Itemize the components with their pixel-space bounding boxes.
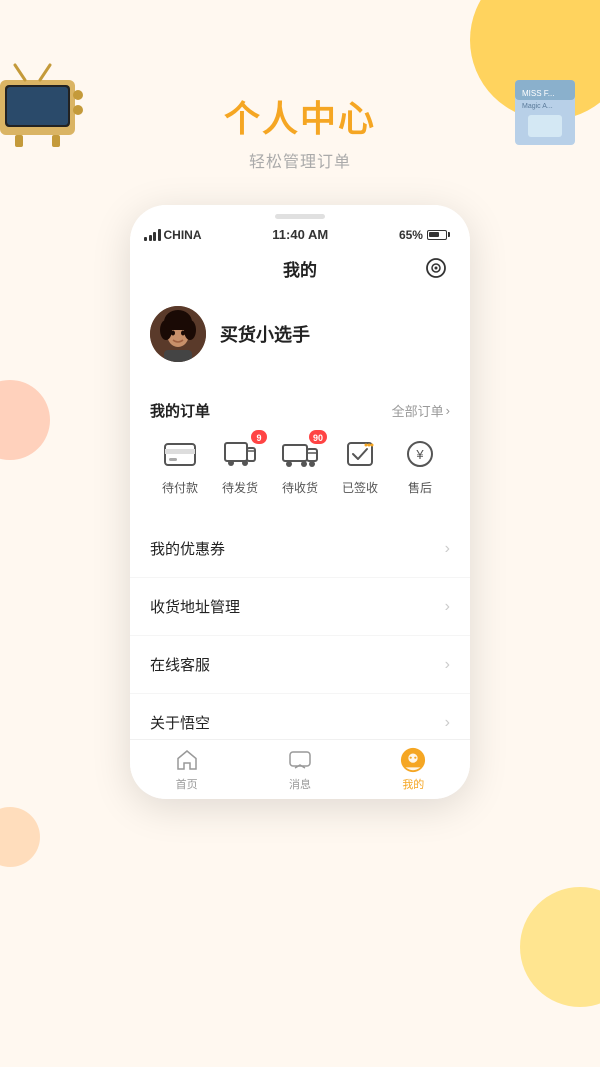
status-right: 65%	[399, 228, 450, 242]
nav-bar: 我的	[130, 246, 470, 290]
battery-percent: 65%	[399, 228, 423, 242]
payment-icon	[162, 436, 198, 472]
menu-item-address[interactable]: 收货地址管理 ›	[130, 578, 470, 636]
order-label-payment: 待付款	[162, 479, 198, 496]
order-label-ship: 待发货	[222, 479, 258, 496]
bottom-tab-bar: 首页 消息	[130, 739, 470, 799]
order-section-title: 我的订单	[150, 400, 210, 421]
deco-circle-peach	[0, 807, 40, 867]
order-header: 我的订单 全部订单 ›	[150, 400, 450, 421]
all-orders-link[interactable]: 全部订单 ›	[392, 401, 450, 420]
status-bar: CHINA 11:40 AM 65%	[130, 223, 470, 246]
order-label-signed: 已签收	[342, 479, 378, 496]
order-icon-delivery-wrap: 90	[281, 435, 319, 473]
tab-message-label: 消息	[289, 776, 311, 792]
menu-item-service[interactable]: 在线客服 ›	[130, 636, 470, 694]
username: 买货小选手	[220, 321, 310, 347]
menu-arrow-service: ›	[445, 656, 450, 674]
nav-title: 我的	[178, 256, 422, 281]
order-icon-aftersale-wrap: ¥	[401, 435, 439, 473]
page-subtitle: 轻松管理订单	[0, 148, 600, 172]
signal-icon	[144, 229, 161, 241]
aftersale-icon: ¥	[402, 436, 438, 472]
profile-area: 买货小选手	[130, 290, 470, 378]
phone-speaker	[275, 214, 325, 219]
page-title-area: 个人中心 轻松管理订单	[0, 0, 600, 172]
avatar	[150, 306, 206, 362]
signed-icon	[342, 436, 378, 472]
order-icon-payment-wrap	[161, 435, 199, 473]
order-icon-ship-wrap: 9	[221, 435, 259, 473]
menu-label-address: 收货地址管理	[150, 596, 240, 617]
menu-label-about: 关于悟空	[150, 712, 210, 733]
menu-arrow-about: ›	[445, 714, 450, 732]
menu-label-coupon: 我的优惠券	[150, 538, 225, 559]
order-icon-signed-wrap	[341, 435, 379, 473]
order-badge-delivery: 90	[309, 430, 327, 444]
order-item-aftersale[interactable]: ¥ 售后	[390, 435, 450, 496]
menu-arrow-coupon: ›	[445, 540, 450, 558]
svg-text:¥: ¥	[415, 447, 424, 462]
me-icon	[400, 747, 426, 773]
home-icon	[174, 747, 200, 773]
phone-mockup: CHINA 11:40 AM 65% 我的	[130, 205, 470, 799]
tab-me-label: 我的	[402, 776, 424, 792]
page-title: 个人中心	[0, 90, 600, 142]
phone-top-bar	[130, 205, 470, 223]
deco-circle-bottom-right	[520, 887, 600, 1007]
carrier-label: CHINA	[164, 228, 202, 242]
menu-list: 我的优惠券 › 收货地址管理 › 在线客服 › 关于悟空 ›	[130, 520, 470, 751]
order-badge-ship: 9	[251, 430, 267, 444]
menu-arrow-address: ›	[445, 598, 450, 616]
tab-home[interactable]: 首页	[130, 747, 243, 792]
order-item-payment[interactable]: 待付款	[150, 435, 210, 496]
order-section: 我的订单 全部订单 › 待付款	[130, 386, 470, 512]
avatar-image	[150, 306, 206, 362]
status-time: 11:40 AM	[272, 227, 328, 242]
tab-home-label: 首页	[176, 776, 198, 792]
order-item-delivery[interactable]: 90 待收货	[270, 435, 330, 496]
status-left: CHINA	[144, 228, 202, 242]
deco-circle-salmon	[0, 380, 50, 460]
order-label-delivery: 待收货	[282, 479, 318, 496]
tab-me[interactable]: 我的	[357, 747, 470, 792]
tab-message[interactable]: 消息	[243, 747, 356, 792]
menu-label-service: 在线客服	[150, 654, 210, 675]
order-item-signed[interactable]: 已签收	[330, 435, 390, 496]
scan-button[interactable]	[422, 254, 450, 282]
order-item-ship-pending[interactable]: 9 待发货	[210, 435, 270, 496]
order-label-aftersale: 售后	[408, 479, 432, 496]
message-icon	[287, 747, 313, 773]
menu-item-coupon[interactable]: 我的优惠券 ›	[130, 520, 470, 578]
battery-icon	[427, 230, 450, 240]
order-icons: 待付款 9 待发货	[150, 435, 450, 496]
